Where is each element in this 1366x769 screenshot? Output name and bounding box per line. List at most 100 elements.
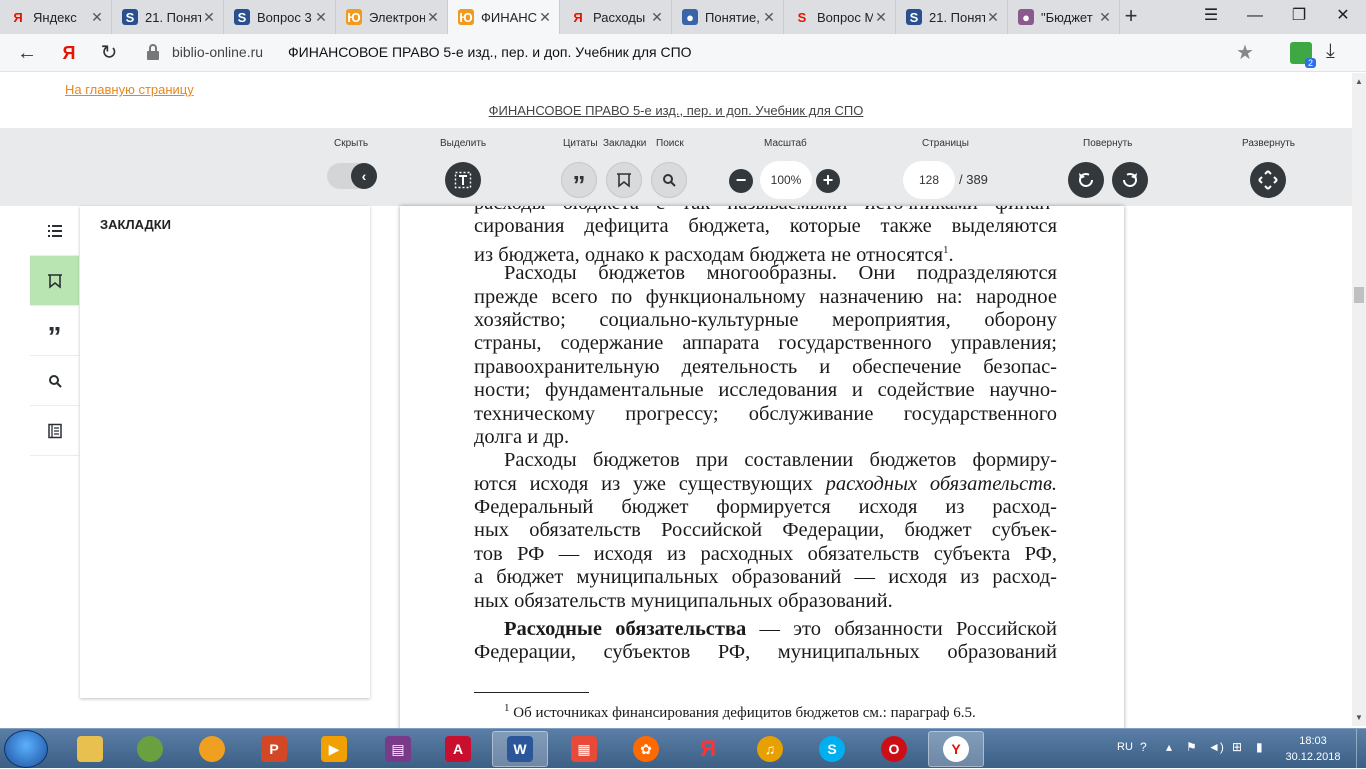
taskbar-yandex-browser[interactable]: Y: [928, 731, 984, 767]
rotate-left-button[interactable]: [1068, 162, 1104, 198]
restore-button[interactable]: ❐: [1284, 4, 1314, 28]
page-text: расходы бюджета с так называемыми источн…: [474, 206, 1057, 665]
home-link[interactable]: На главную страницу: [65, 82, 194, 97]
windows-icon[interactable]: ⊞: [1232, 740, 1242, 754]
taskbar-word[interactable]: W: [492, 731, 548, 767]
text-line: хозяйство; социально-культурные мероприя…: [474, 308, 1057, 331]
scroll-up-icon[interactable]: ▲: [1355, 77, 1363, 86]
show-desktop-button[interactable]: [1356, 729, 1366, 769]
urait-icon: Ю: [458, 9, 474, 25]
close-tab-icon[interactable]: ✕: [985, 9, 1001, 26]
network-icon[interactable]: ▮: [1256, 740, 1263, 754]
search-icon: [663, 174, 676, 187]
text-line: Расходы бюджетов при составлении бюджето…: [504, 449, 1057, 472]
taskbar-opera[interactable]: O: [866, 731, 922, 767]
zoom-label: Масштаб: [764, 138, 807, 149]
taskbar-app-green[interactable]: [122, 731, 178, 767]
tab-s-red[interactable]: S Вопрос М ✕: [784, 0, 896, 34]
tab-budget[interactable]: ● "Бюджет ✕: [1008, 0, 1120, 34]
taskbar-skype[interactable]: S: [804, 731, 860, 767]
tab-studfiles-3[interactable]: S 21. Понят ✕: [896, 0, 1008, 34]
bookmark-star-icon[interactable]: ★: [1236, 40, 1254, 65]
url-page-title[interactable]: ФИНАНСОВОЕ ПРАВО 5-е изд., пер. и доп. У…: [288, 44, 692, 60]
skype-icon: S: [819, 736, 845, 762]
sidebar-item-search[interactable]: [30, 356, 79, 406]
sidebar-item-bookmarks[interactable]: [30, 256, 79, 306]
page-number-input[interactable]: [903, 161, 955, 199]
clock-time[interactable]: 18:03: [1290, 735, 1336, 747]
tray-up-icon[interactable]: ▴: [1166, 740, 1172, 754]
tab-yandex-search[interactable]: Я Расходы ✕: [560, 0, 672, 34]
bookmarks-button[interactable]: [606, 162, 642, 198]
expand-button[interactable]: [1250, 162, 1286, 198]
new-tab-button[interactable]: +: [1118, 2, 1144, 30]
footnote-divider: [474, 692, 589, 693]
close-tab-icon[interactable]: ✕: [761, 9, 777, 26]
taskbar-media-player[interactable]: ▶: [306, 731, 362, 767]
close-tab-icon[interactable]: ✕: [537, 9, 553, 26]
taskbar-audio[interactable]: ♫: [742, 731, 798, 767]
taskbar-app-orange[interactable]: [184, 731, 240, 767]
back-arrow-icon[interactable]: ←: [14, 40, 40, 66]
start-button[interactable]: [4, 730, 48, 768]
book-title-link[interactable]: ФИНАНСОВОЕ ПРАВО 5-е изд., пер. и доп. У…: [0, 103, 1352, 118]
help-icon[interactable]: ?: [1140, 740, 1147, 754]
rotate-right-button[interactable]: [1112, 162, 1148, 198]
tab-studfiles-1[interactable]: S 21. Понят ✕: [112, 0, 224, 34]
sidebar-item-pages[interactable]: [30, 406, 79, 456]
close-tab-icon[interactable]: ✕: [649, 9, 665, 26]
taskbar-app-grid[interactable]: ▦: [556, 731, 612, 767]
text-line: ности; фундаментальные исследования и со…: [474, 379, 1057, 402]
windows-taskbar: P ▶ ▤ A W ▦ ✿ Я ♫ S O Y RU ? ▴ ⚑ ◄) ⊞ ▮ …: [0, 728, 1366, 769]
sidebar-item-contents[interactable]: [30, 206, 79, 256]
download-icon[interactable]: ⤓: [1326, 40, 1335, 63]
yandex-home-icon[interactable]: Я: [56, 40, 82, 66]
zoom-out-button[interactable]: −: [729, 169, 753, 193]
urait-icon: Ю: [346, 9, 362, 25]
taskbar-app-film[interactable]: ✿: [618, 731, 674, 767]
extension-icon[interactable]: 2: [1290, 42, 1316, 68]
taskbar-winrar[interactable]: ▤: [370, 731, 426, 767]
minimize-button[interactable]: —: [1240, 4, 1270, 28]
close-tab-icon[interactable]: ✕: [425, 9, 441, 26]
tab-site[interactable]: ● Понятие, ✕: [672, 0, 784, 34]
text-line: ных обязательств муниципальных образован…: [474, 589, 893, 612]
flag-icon[interactable]: ⚑: [1186, 740, 1197, 754]
url-domain[interactable]: biblio-online.ru: [172, 44, 263, 60]
close-tab-icon[interactable]: ✕: [1097, 9, 1113, 26]
taskbar-powerpoint[interactable]: P: [246, 731, 302, 767]
tab-urait-active[interactable]: Ю ФИНАНС ✕: [448, 0, 560, 34]
zoom-in-button[interactable]: +: [816, 169, 840, 193]
sidebar-item-quotes[interactable]: ”: [30, 306, 79, 356]
clock-date[interactable]: 30.12.2018: [1280, 751, 1346, 763]
taskbar-explorer[interactable]: [62, 731, 118, 767]
scrollbar-thumb[interactable]: [1354, 287, 1364, 303]
close-tab-icon[interactable]: ✕: [89, 9, 105, 26]
pages-label: Страницы: [922, 138, 969, 149]
language-indicator[interactable]: RU: [1117, 741, 1133, 753]
search-label: Поиск: [656, 138, 684, 149]
tab-urait-1[interactable]: Ю Электрон ✕: [336, 0, 448, 34]
scroll-down-icon[interactable]: ▼: [1355, 713, 1363, 722]
tab-studfiles-2[interactable]: S Вопрос 3 ✕: [224, 0, 336, 34]
volume-icon[interactable]: ◄): [1208, 740, 1224, 754]
opera-icon: O: [881, 736, 907, 762]
menu-icon[interactable]: ☰: [1196, 4, 1226, 28]
close-tab-icon[interactable]: ✕: [873, 9, 889, 26]
close-tab-icon[interactable]: ✕: [201, 9, 217, 26]
tab-yandex[interactable]: Я Яндекс ✕: [0, 0, 112, 34]
taskbar-yandex[interactable]: Я: [680, 731, 736, 767]
close-tab-icon[interactable]: ✕: [313, 9, 329, 26]
hide-panel-toggle[interactable]: ‹: [327, 163, 377, 189]
quotes-button[interactable]: ”: [561, 162, 597, 198]
page-scrollbar[interactable]: ▲ ▼: [1352, 73, 1366, 726]
close-window-button[interactable]: ✕: [1328, 4, 1358, 28]
select-text-button[interactable]: [445, 162, 481, 198]
taskbar-pdf[interactable]: A: [430, 731, 486, 767]
search-button[interactable]: [651, 162, 687, 198]
text-line: Расходные обязательства — это обязанност…: [474, 618, 1057, 641]
reload-icon[interactable]: ↻: [96, 40, 122, 66]
text-line: Расходы бюджетов многообразны. Они подра…: [504, 262, 1057, 285]
zoom-value[interactable]: 100%: [760, 161, 812, 199]
site-header: На главную страницу ФИНАНСОВОЕ ПРАВО 5-е…: [0, 73, 1352, 128]
